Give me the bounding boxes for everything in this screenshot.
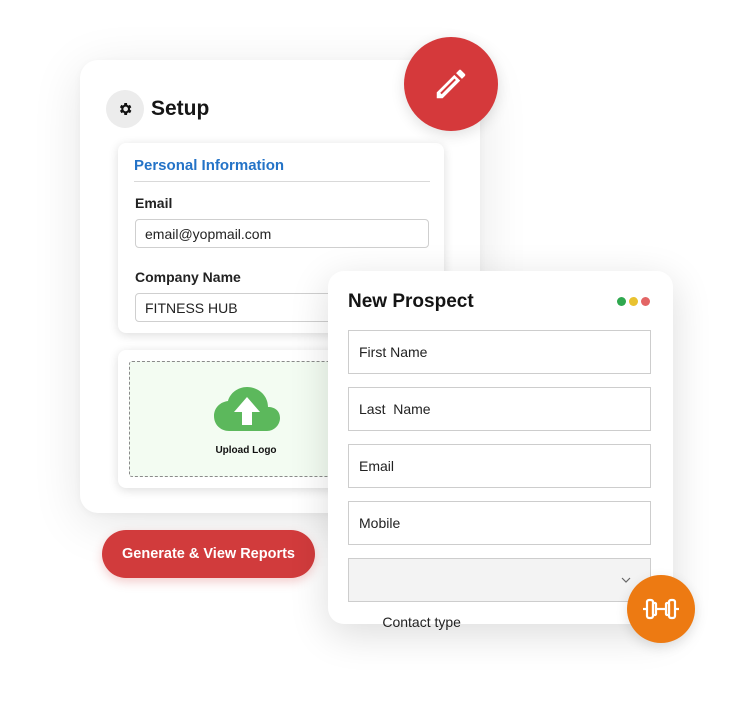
setup-header: Setup — [106, 90, 209, 128]
pencil-icon — [436, 69, 466, 99]
green-dot — [617, 297, 626, 306]
red-dot — [641, 297, 650, 306]
gear-icon — [106, 90, 144, 128]
last-name-field[interactable]: Last Name — [348, 387, 651, 431]
dumbbell-badge — [627, 575, 695, 643]
upload-logo-label: Upload Logo — [215, 445, 277, 456]
contact-type-select[interactable]: Contact type — [348, 558, 651, 630]
window-dots — [617, 297, 650, 306]
new-prospect-title: New Prospect — [348, 291, 474, 312]
stage: Setup Personal Information Email email@y… — [0, 0, 753, 703]
new-prospect-card: New Prospect First Name Last Name Email … — [328, 271, 673, 630]
chevron-down-icon — [621, 577, 631, 583]
first-name-field[interactable]: First Name — [348, 330, 651, 374]
contact-type-value: Contact type — [382, 614, 461, 630]
mobile-field[interactable]: Mobile — [348, 501, 651, 545]
edit-button[interactable] — [404, 37, 498, 131]
email-label: Email — [135, 195, 173, 211]
generate-view-reports-button[interactable]: Generate & View Reports — [102, 530, 315, 578]
dumbbell-icon — [643, 598, 679, 620]
email-field[interactable]: email@yopmail.com — [135, 219, 429, 248]
yellow-dot — [629, 297, 638, 306]
setup-title: Setup — [151, 97, 210, 120]
cloud-upload-icon — [214, 387, 280, 431]
divider — [134, 181, 430, 182]
personal-information-title: Personal Information — [134, 157, 285, 174]
email-field[interactable]: Email — [348, 444, 651, 488]
company-name-label: Company Name — [135, 269, 241, 285]
